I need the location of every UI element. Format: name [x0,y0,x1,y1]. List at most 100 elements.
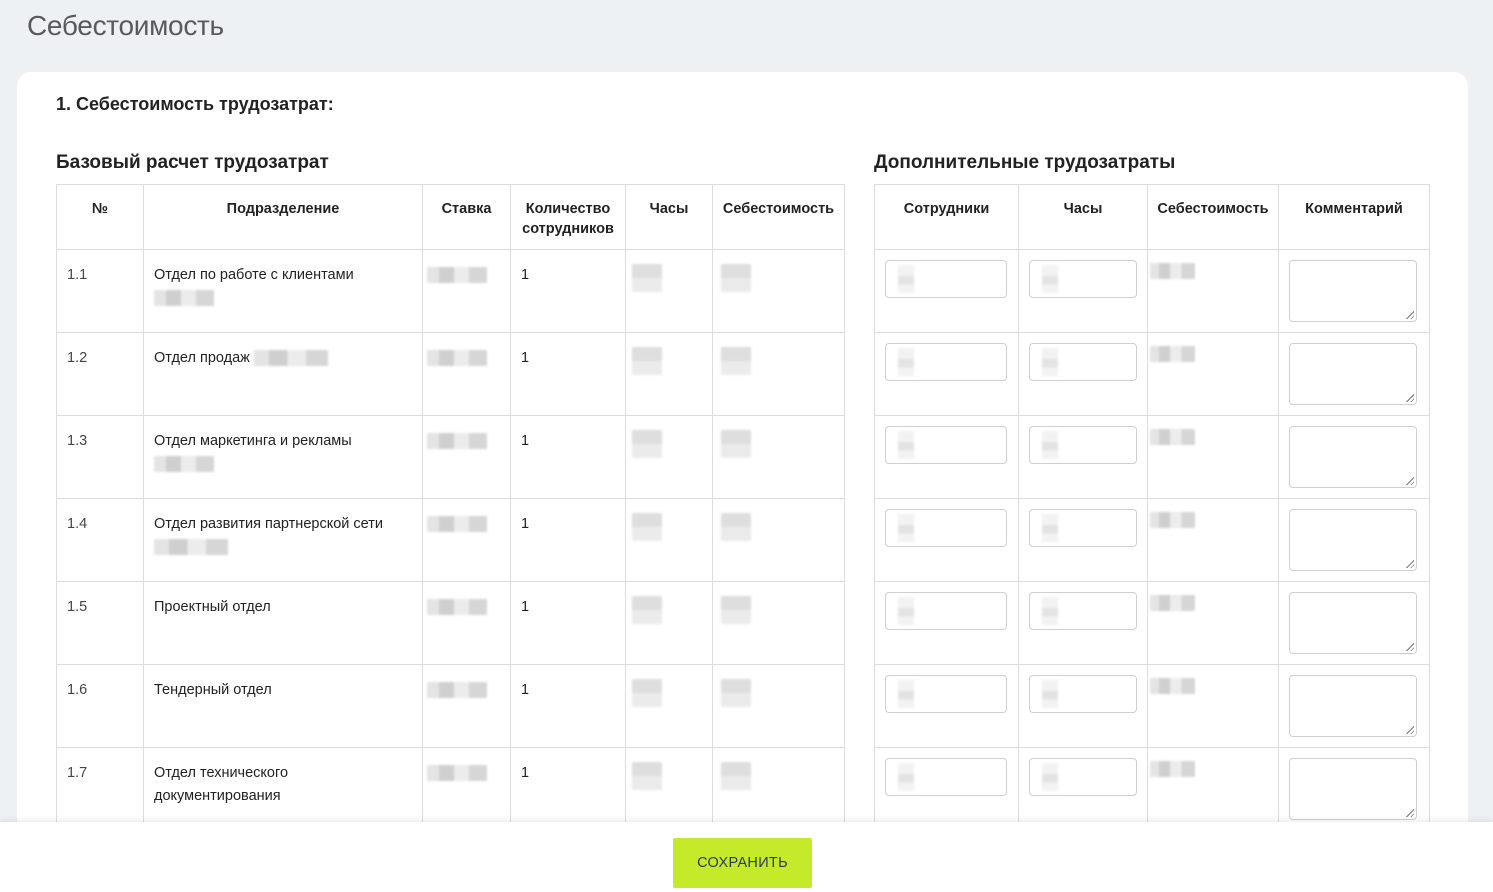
col-header-comment: Комментарий [1278,184,1430,250]
redacted-value [427,599,487,616]
table-row [874,498,1430,582]
base-cost-table: № Подразделение Ставка Количество сотруд… [56,184,845,831]
redacted-value [898,597,914,625]
department-name: Проектный отдел [154,599,271,615]
extra-hours-input[interactable] [1029,592,1137,630]
redacted-value [721,596,751,624]
comment-textarea[interactable] [1289,758,1417,820]
row-rate [422,498,511,582]
extra-table-header-row: Сотрудники Часы Себестоимость Комментари… [874,184,1430,250]
redacted-value [898,763,914,791]
employees-input[interactable] [885,592,1007,630]
redacted-value [898,514,914,542]
resize-grip-icon[interactable] [1405,725,1414,734]
row-employees-cell [874,249,1019,333]
resize-grip-icon[interactable] [1405,808,1414,817]
redacted-value [427,765,487,782]
department-name: Отдел по работе с клиентами [154,267,354,283]
comment-textarea[interactable] [1289,260,1417,322]
row-rate [422,249,511,333]
row-extra-cost [1147,498,1279,582]
table-row [874,581,1430,665]
redacted-value [1042,763,1058,791]
row-comment-cell [1278,332,1430,416]
table-row [874,415,1430,499]
resize-grip-icon[interactable] [1405,393,1414,402]
redacted-value [721,430,751,458]
redacted-value [1042,597,1058,625]
row-department: Отдел маркетинга и рекламы [143,415,423,499]
extra-hours-input[interactable] [1029,426,1137,464]
row-extra-cost [1147,415,1279,499]
resize-grip-icon[interactable] [1405,559,1414,568]
redacted-value [1150,761,1195,778]
comment-textarea[interactable] [1289,675,1417,737]
extra-table-title: Дополнительные трудозатраты [874,152,1176,173]
employees-input[interactable] [885,426,1007,464]
extra-hours-input[interactable] [1029,343,1137,381]
resize-grip-icon[interactable] [1405,642,1414,651]
col-header-department: Подразделение [143,184,423,250]
redacted-text [154,456,214,473]
row-extra-hours-cell [1018,415,1148,499]
row-number: 1.7 [56,747,144,831]
row-number: 1.3 [56,415,144,499]
row-hours [625,415,713,499]
row-comment-cell [1278,415,1430,499]
employees-input[interactable] [885,675,1007,713]
redacted-value [1042,348,1058,376]
comment-textarea[interactable] [1289,426,1417,488]
row-number: 1.6 [56,664,144,748]
redacted-value [632,430,662,458]
row-comment-cell [1278,249,1430,333]
save-button[interactable]: СОХРАНИТЬ [673,838,812,888]
department-name: Отдел технического документирования [154,765,289,804]
extra-hours-input[interactable] [1029,675,1137,713]
row-comment-cell [1278,664,1430,748]
row-employee-count: 1 [510,415,626,499]
row-department: Отдел продаж [143,332,423,416]
row-hours [625,332,713,416]
row-rate [422,415,511,499]
row-number: 1.1 [56,249,144,333]
col-header-cost: Себестоимость [712,184,845,250]
row-comment-cell [1278,747,1430,831]
comment-textarea[interactable] [1289,592,1417,654]
row-cost [712,415,845,499]
employees-input[interactable] [885,260,1007,298]
comment-textarea[interactable] [1289,343,1417,405]
row-hours [625,581,713,665]
redacted-value [632,679,662,707]
row-extra-hours-cell [1018,332,1148,416]
table-row: 1.4 Отдел развития партнерской сети 1 [56,498,845,582]
extra-hours-input[interactable] [1029,758,1137,796]
resize-grip-icon[interactable] [1405,310,1414,319]
redacted-value [898,265,914,293]
redacted-value [427,516,487,533]
col-header-employee-count: Количество сотрудников [510,184,626,250]
row-extra-cost [1147,664,1279,748]
department-name: Отдел продаж [154,350,250,366]
employees-input[interactable] [885,509,1007,547]
redacted-text [253,350,328,367]
redacted-value [1150,263,1195,280]
table-row: 1.5 Проектный отдел 1 [56,581,845,665]
redacted-value [1150,429,1195,446]
redacted-value [632,264,662,292]
row-department: Отдел развития партнерской сети [143,498,423,582]
table-row [874,747,1430,831]
comment-textarea[interactable] [1289,509,1417,571]
employees-input[interactable] [885,758,1007,796]
extra-hours-input[interactable] [1029,260,1137,298]
employees-input[interactable] [885,343,1007,381]
table-row [874,249,1430,333]
row-hours [625,747,713,831]
redacted-value [427,267,487,284]
resize-grip-icon[interactable] [1405,476,1414,485]
extra-hours-input[interactable] [1029,509,1137,547]
department-name: Отдел маркетинга и рекламы [154,433,352,449]
redacted-value [1150,678,1195,695]
row-employee-count: 1 [510,581,626,665]
col-header-extra-hours: Часы [1018,184,1148,250]
redacted-value [1042,265,1058,293]
